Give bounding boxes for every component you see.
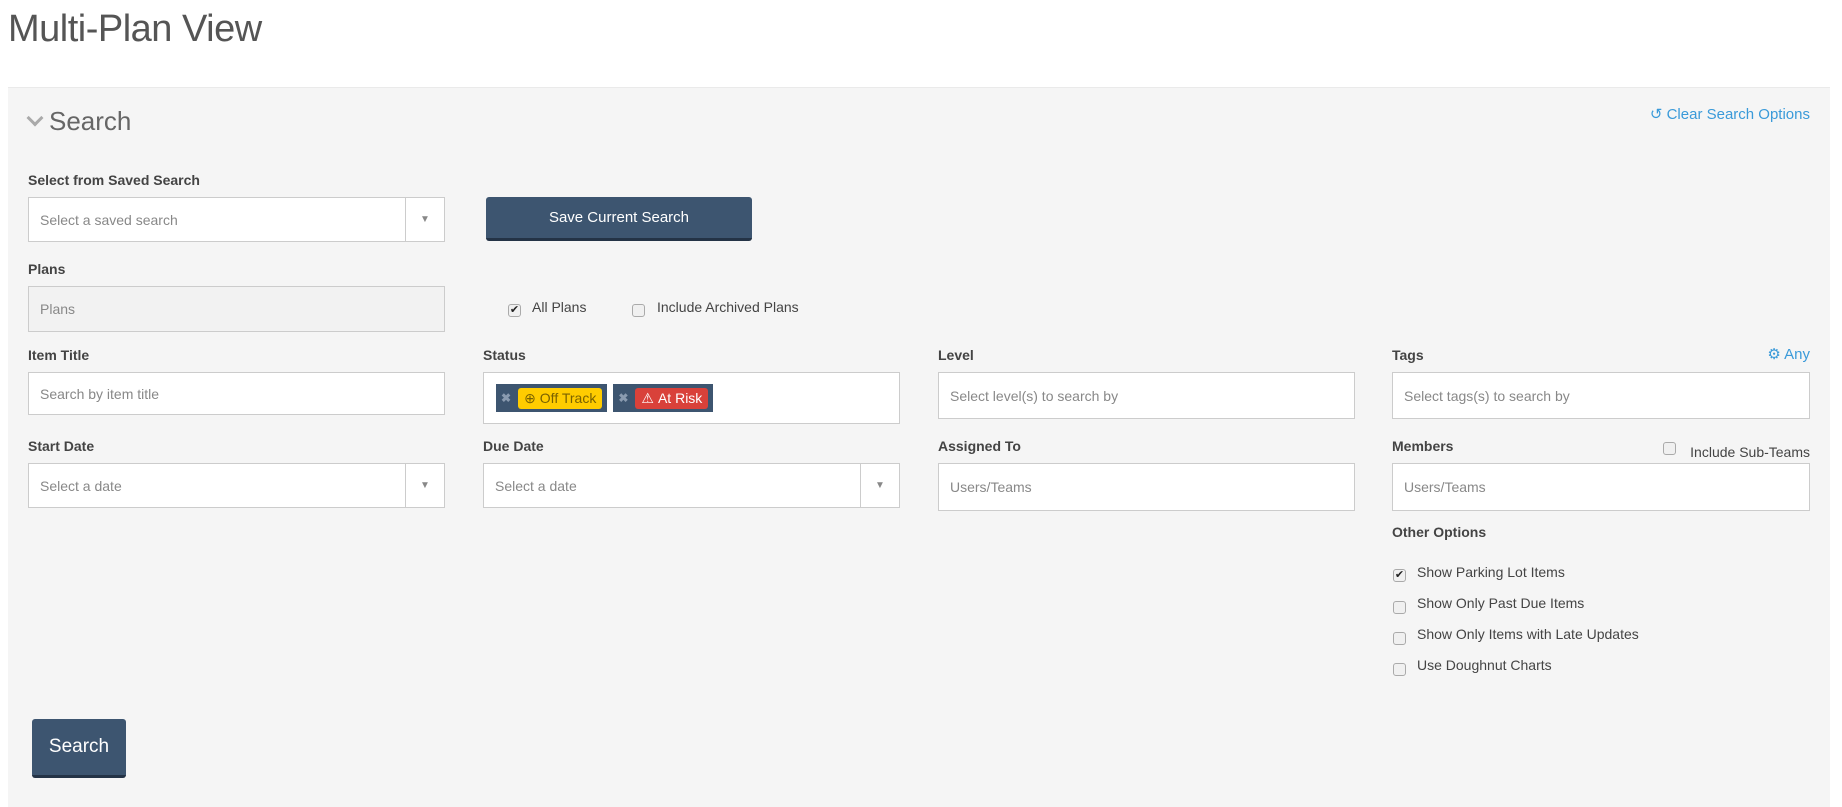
all-plans-checkbox[interactable]: ✔ — [508, 304, 521, 317]
start-date-placeholder: Select a date — [40, 477, 122, 494]
arrow-down-circle-icon: ⊕ — [524, 389, 536, 406]
late-updates-checkbox[interactable] — [1393, 632, 1406, 645]
assigned-to-placeholder: Users/Teams — [950, 479, 1032, 495]
dropdown-arrow-icon: ▼ — [405, 464, 444, 507]
plans-label: Plans — [28, 261, 66, 277]
status-tag-off-track: ✖ ⊕ Off Track — [496, 384, 608, 412]
gear-icon: ⚙ — [1767, 346, 1781, 363]
tags-mode-toggle[interactable]: ⚙ Any — [1767, 345, 1810, 363]
clear-search-options-link[interactable]: ↺ Clear Search Options — [1650, 105, 1810, 123]
past-due-checkbox[interactable] — [1393, 601, 1406, 614]
search-collapse-toggle[interactable]: Search — [26, 106, 132, 137]
clear-label: Clear Search Options — [1666, 106, 1810, 123]
item-title-input[interactable]: Search by item title — [28, 372, 445, 415]
show-parking-lot-checkbox[interactable]: ✔ — [1393, 569, 1406, 582]
status-label: Status — [483, 347, 526, 363]
members-input[interactable]: Users/Teams — [1392, 463, 1810, 511]
saved-search-select[interactable]: Select a saved search ▼ — [28, 197, 445, 242]
undo-icon: ↺ — [1649, 106, 1663, 123]
remove-icon[interactable]: ✖ — [501, 391, 511, 405]
warning-icon: ⚠ — [641, 389, 654, 406]
level-label: Level — [938, 347, 974, 363]
search-button[interactable]: Search — [32, 719, 126, 778]
doughnut-charts-label: Use Doughnut Charts — [1417, 657, 1552, 673]
saved-search-label: Select from Saved Search — [28, 172, 200, 188]
include-archived-checkbox[interactable] — [632, 304, 645, 317]
due-date-placeholder: Select a date — [495, 477, 577, 494]
plans-placeholder: Plans — [40, 301, 76, 317]
tags-mode: Any — [1784, 346, 1810, 363]
item-title-placeholder: Search by item title — [40, 385, 160, 402]
assigned-to-label: Assigned To — [938, 438, 1021, 454]
members-label: Members — [1392, 438, 1454, 454]
tags-label: Tags — [1392, 347, 1424, 363]
include-sub-teams-label: Include Sub-Teams — [1690, 444, 1810, 460]
status-tag-at-risk: ✖ ⚠ At Risk — [613, 384, 714, 412]
level-input[interactable]: Select level(s) to search by — [938, 372, 1355, 419]
include-archived-label: Include Archived Plans — [657, 299, 799, 315]
search-panel — [8, 87, 1830, 807]
saved-search-placeholder: Select a saved search — [40, 211, 178, 228]
dropdown-arrow-icon: ▼ — [405, 198, 444, 241]
tags-input[interactable]: Select tags(s) to search by — [1392, 372, 1810, 419]
search-header: Search — [49, 106, 132, 136]
assigned-to-input[interactable]: Users/Teams — [938, 463, 1355, 511]
start-date-select[interactable]: Select a date ▼ — [28, 463, 445, 508]
tag-label: Off Track — [539, 390, 597, 406]
due-date-label: Due Date — [483, 438, 544, 454]
late-updates-label: Show Only Items with Late Updates — [1417, 626, 1639, 642]
all-plans-label: All Plans — [532, 299, 587, 315]
tags-placeholder: Select tags(s) to search by — [1404, 387, 1570, 404]
show-parking-lot-label: Show Parking Lot Items — [1417, 564, 1565, 580]
level-placeholder: Select level(s) to search by — [950, 387, 1119, 404]
other-options-label: Other Options — [1392, 524, 1487, 540]
doughnut-charts-checkbox[interactable] — [1393, 663, 1406, 676]
due-date-select[interactable]: Select a date ▼ — [483, 463, 900, 508]
dropdown-arrow-icon: ▼ — [860, 464, 899, 507]
page-title: Multi-Plan View — [8, 8, 262, 50]
include-sub-teams-checkbox[interactable] — [1663, 442, 1676, 455]
status-select[interactable]: ✖ ⊕ Off Track ✖ ⚠ At Risk — [483, 372, 900, 424]
item-title-label: Item Title — [28, 347, 90, 363]
remove-icon[interactable]: ✖ — [618, 391, 628, 405]
save-current-search-button[interactable]: Save Current Search — [486, 197, 752, 241]
past-due-label: Show Only Past Due Items — [1417, 595, 1585, 611]
tag-label: At Risk — [657, 390, 703, 406]
plans-input[interactable]: Plans — [28, 286, 445, 332]
start-date-label: Start Date — [28, 438, 95, 454]
members-placeholder: Users/Teams — [1404, 479, 1486, 495]
chevron-down-icon — [26, 109, 44, 127]
